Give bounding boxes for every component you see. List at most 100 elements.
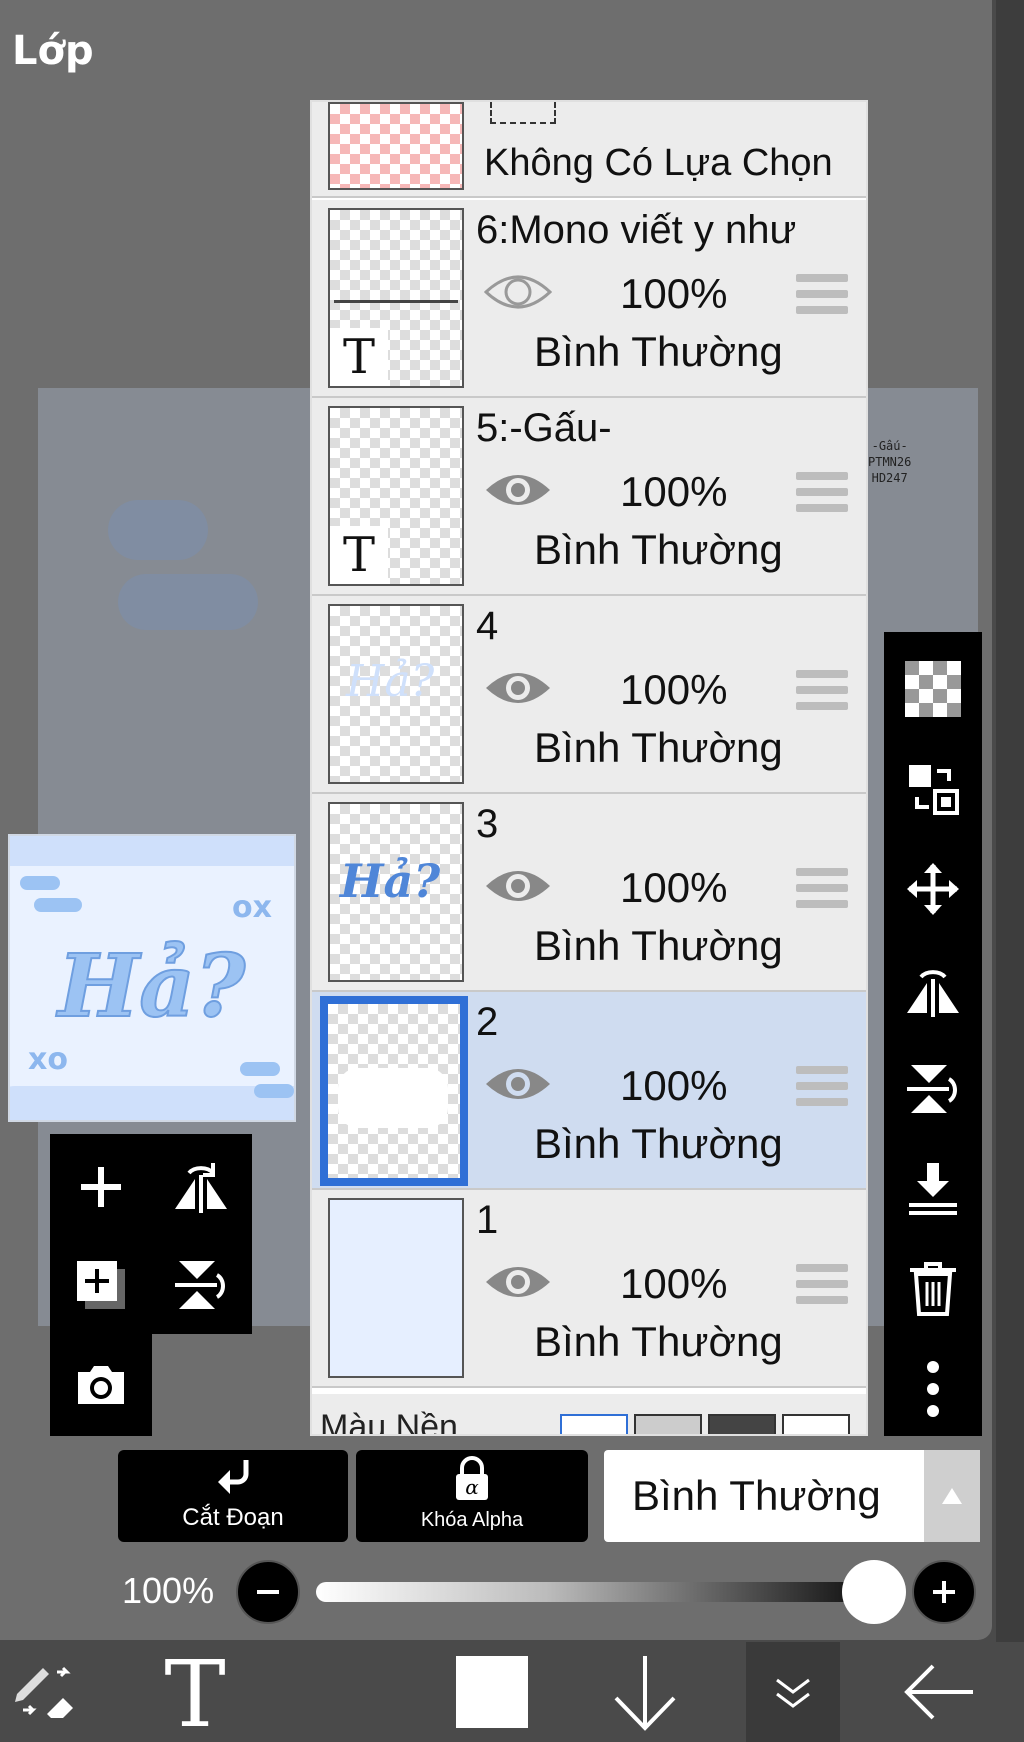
blend-mode-select[interactable]: Bình Thường xyxy=(604,1450,980,1542)
clip-arrow-icon xyxy=(218,1460,249,1494)
trash-icon xyxy=(910,1262,956,1316)
eye-icon[interactable] xyxy=(484,1260,552,1304)
right-toolbar xyxy=(884,632,982,1436)
plus-icon xyxy=(81,1167,121,1207)
layer-opacity: 100% xyxy=(620,1062,728,1109)
collapse-button[interactable] xyxy=(746,1642,840,1742)
arrow-down-icon xyxy=(614,1656,676,1731)
watermark-line: HD247 xyxy=(871,471,908,485)
layer-opacity: 100% xyxy=(620,270,728,317)
background-swatch-white[interactable] xyxy=(560,1414,628,1434)
flip-horizontal-layer-button[interactable] xyxy=(898,954,968,1024)
background-swatch-dark[interactable] xyxy=(708,1414,776,1434)
opacity-increase-button[interactable] xyxy=(912,1560,976,1624)
layer-row[interactable]: T 6:Mono viết y như 100% Bình Thường xyxy=(312,200,866,398)
alpha-lock-button[interactable]: α Khóa Alpha xyxy=(356,1450,588,1542)
layer-name: 6:Mono viết y như xyxy=(476,208,797,252)
background-swatch-transparent[interactable] xyxy=(634,1414,702,1434)
layer-opacity: 100% xyxy=(620,864,728,911)
layer-name: 3 xyxy=(476,802,499,846)
duplicate-layer-button[interactable] xyxy=(56,1240,146,1330)
background-color-row[interactable]: Màu Nền xyxy=(312,1394,866,1436)
layer-opacity: 100% xyxy=(620,468,728,515)
svg-text:T: T xyxy=(164,1650,225,1734)
opacity-slider-thumb[interactable] xyxy=(842,1560,906,1624)
flip-vertical-icon xyxy=(907,1065,957,1113)
alpha-lock-label: Khóa Alpha xyxy=(420,1509,524,1531)
transparency-button[interactable] xyxy=(898,654,968,724)
selection-layer-row[interactable]: Không Có Lựa Chọn xyxy=(312,102,866,198)
flip-horizontal-icon xyxy=(907,970,959,1017)
flip-horizontal-icon xyxy=(175,1163,227,1213)
flip-horizontal-button[interactable] xyxy=(156,1142,246,1232)
merge-down-button[interactable] xyxy=(898,1154,968,1224)
drag-handle[interactable] xyxy=(796,868,848,914)
blend-mode-value: Bình Thường xyxy=(632,1472,881,1519)
layer-row-selected[interactable]: 2 100% Bình Thường xyxy=(312,992,866,1190)
clipping-label: Cắt Đoạn xyxy=(182,1504,284,1531)
drag-handle[interactable] xyxy=(796,1066,848,1112)
brush-eraser-button[interactable] xyxy=(0,1642,90,1742)
more-options-button[interactable] xyxy=(898,1354,968,1424)
drag-handle[interactable] xyxy=(796,274,848,320)
camera-button[interactable] xyxy=(56,1340,146,1430)
eye-icon[interactable] xyxy=(484,666,552,710)
clipping-button[interactable]: Cắt Đoạn xyxy=(118,1450,348,1542)
eye-icon[interactable] xyxy=(484,1062,552,1106)
blend-mode-dropdown[interactable] xyxy=(924,1450,980,1542)
drag-handle[interactable] xyxy=(796,1264,848,1310)
drag-handle[interactable] xyxy=(796,472,848,518)
panel-title: Lớp xyxy=(12,28,94,74)
canvas-preview[interactable]: ox xo Hả? xyxy=(8,834,296,1122)
lock-alpha-icon: α xyxy=(456,1456,488,1500)
layer-thumbnail: T xyxy=(328,208,464,388)
back-button[interactable] xyxy=(884,1642,994,1742)
layer-blend-mode: Bình Thường xyxy=(534,922,783,969)
preview-cloud xyxy=(10,1086,294,1120)
watermark-line: -Gấu- xyxy=(871,439,908,453)
layer-row[interactable]: Hả? 4 100% Bình Thường xyxy=(312,596,866,794)
layer-blend-mode: Bình Thường xyxy=(534,328,783,375)
text-tool-icon: T xyxy=(164,1650,225,1734)
color-swatch-button[interactable] xyxy=(444,1642,540,1742)
selection-thumbnail xyxy=(328,102,464,190)
minus-icon xyxy=(257,1590,279,1594)
drag-handle[interactable] xyxy=(796,670,848,716)
eye-icon[interactable] xyxy=(484,468,552,512)
layer-opacity: 100% xyxy=(620,666,728,713)
layer-name: 2 xyxy=(476,1000,499,1044)
preview-dash xyxy=(254,1084,294,1098)
layer-name: 1 xyxy=(476,1198,499,1242)
layer-row[interactable]: 1 100% Bình Thường xyxy=(312,1190,866,1388)
opacity-decrease-button[interactable] xyxy=(236,1560,300,1624)
text-layer-badge: T xyxy=(330,328,388,386)
chevron-double-down-icon xyxy=(776,1678,810,1708)
layer-panel: Lớp -Gấu- PTMN26 HD247 ox xo Hả? Không C… xyxy=(0,0,992,1640)
layer-row[interactable]: Hả? 3 100% Bình Thường xyxy=(312,794,866,992)
move-button[interactable] xyxy=(898,854,968,924)
background-color-label: Màu Nền xyxy=(320,1408,458,1436)
plus-icon xyxy=(933,1581,955,1603)
transparency-icon xyxy=(905,661,961,717)
layer-row[interactable]: T 5:-Gấu- 100% Bình Thường xyxy=(312,398,866,596)
canvas-shape xyxy=(108,500,208,560)
add-layer-button[interactable] xyxy=(56,1142,146,1232)
opacity-percent-label: 100% xyxy=(122,1570,215,1611)
layer-list[interactable]: Không Có Lựa Chọn T 6:Mono viết y như 10… xyxy=(310,100,868,1436)
background-swatch-none[interactable] xyxy=(782,1414,850,1434)
preview-dash xyxy=(240,1062,280,1076)
flip-vertical-layer-button[interactable] xyxy=(898,1054,968,1124)
flip-vertical-button[interactable] xyxy=(156,1240,246,1330)
color-swatch-icon xyxy=(456,1656,528,1728)
eye-icon[interactable] xyxy=(484,864,552,908)
delete-layer-button[interactable] xyxy=(898,1254,968,1324)
opacity-slider[interactable] xyxy=(316,1582,896,1602)
arrow-down-button[interactable] xyxy=(600,1642,690,1742)
more-icon xyxy=(927,1361,939,1417)
canvas-watermark: -Gấu- PTMN26 HD247 xyxy=(868,438,911,486)
text-tool-button[interactable]: T xyxy=(140,1642,250,1742)
preview-xo: xo xyxy=(28,1042,68,1077)
swap-button[interactable] xyxy=(898,754,968,824)
eye-icon[interactable] xyxy=(484,270,552,314)
layer-thumbnail: Hả? xyxy=(328,802,464,982)
